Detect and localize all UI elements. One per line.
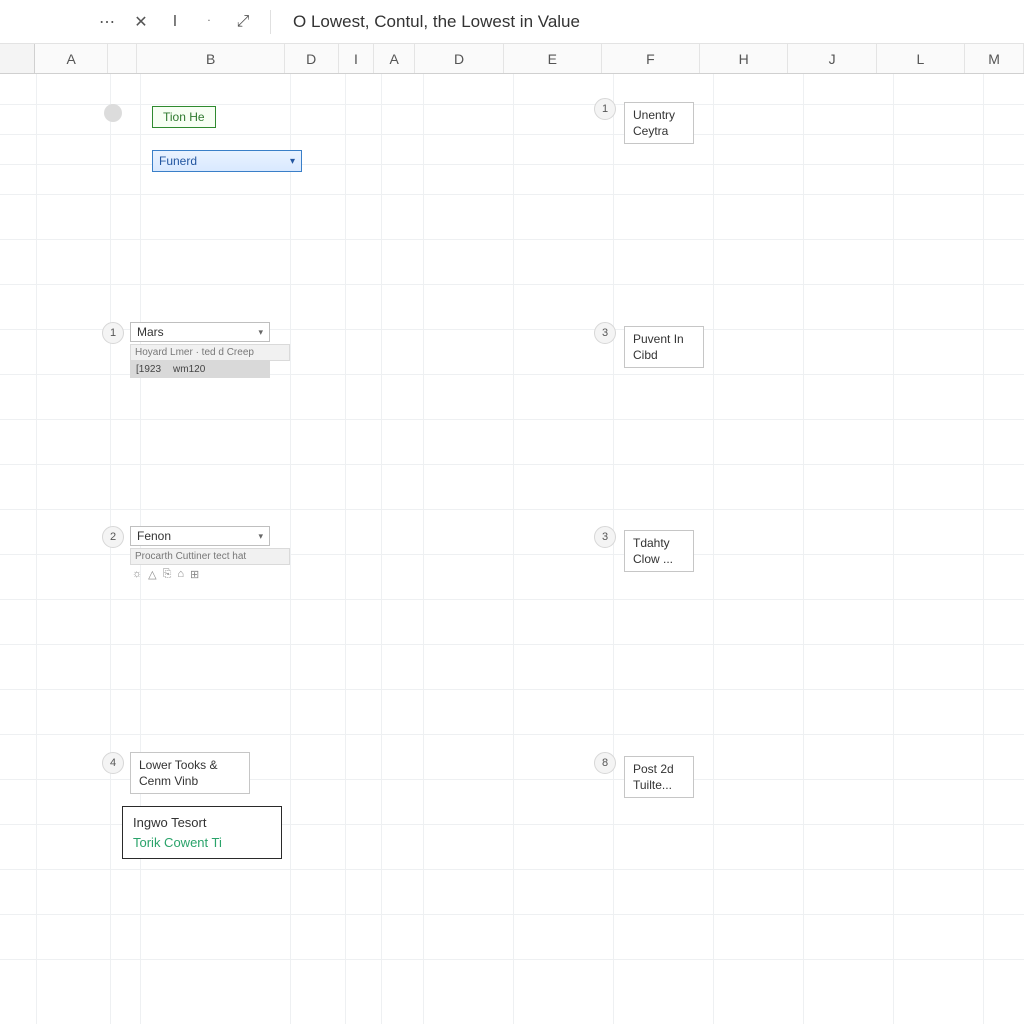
- column-header[interactable]: B: [137, 44, 284, 73]
- formula-input[interactable]: [289, 7, 1016, 37]
- card-line: Tuilte...: [633, 777, 685, 793]
- button-strip[interactable]: [1923 wm120: [130, 360, 270, 378]
- select-all-corner[interactable]: [0, 44, 35, 73]
- icon-row: ☼ △ ⎘ ⌂ ⊞: [132, 568, 199, 581]
- formula-bar-tools: ⋯ ✕ I ‧ ⤢: [8, 12, 252, 32]
- badge-number: 2: [102, 526, 124, 548]
- card-line: Unentry: [633, 107, 685, 123]
- ibeam-icon[interactable]: I: [166, 13, 184, 31]
- badge-number: 3: [594, 526, 616, 548]
- card-line: Ingwo Tesort: [133, 813, 271, 833]
- card-line: Cibd: [633, 347, 695, 363]
- card-line: Post 2d: [633, 761, 685, 777]
- column-header[interactable]: L: [877, 44, 965, 73]
- column-header[interactable]: I: [339, 44, 374, 73]
- column-header[interactable]: A: [374, 44, 415, 73]
- column-header[interactable]: H: [700, 44, 788, 73]
- dropdown-label: Mars: [137, 325, 164, 339]
- formula-bar-row: ⋯ ✕ I ‧ ⤢: [0, 0, 1024, 44]
- tool-icon[interactable]: △: [148, 568, 156, 581]
- card-right-1[interactable]: Unentry Ceytra: [624, 102, 694, 144]
- more-icon[interactable]: ⋯: [98, 12, 116, 32]
- card-line-accent: Torik Cowent Ti: [133, 833, 271, 853]
- column-header[interactable]: D: [415, 44, 503, 73]
- card-line: Puvent In: [633, 331, 695, 347]
- card-right-4[interactable]: Post 2d Tuilte...: [624, 756, 694, 798]
- column-header[interactable]: J: [788, 44, 876, 73]
- strip-description: Procarth Cuttiner tect hat: [130, 548, 290, 565]
- tool-icon[interactable]: ⊞: [190, 568, 199, 581]
- column-header[interactable]: A: [35, 44, 108, 73]
- card-large[interactable]: Ingwo Tesort Torik Cowent Ti: [122, 806, 282, 859]
- column-header[interactable]: M: [965, 44, 1024, 73]
- card-line: Ceytra: [633, 123, 685, 139]
- dropdown-group-2[interactable]: Fenon: [130, 526, 270, 546]
- badge-number: 4: [102, 752, 124, 774]
- tag-green[interactable]: Tion He: [152, 106, 216, 128]
- dropdown-primary[interactable]: Funerd: [152, 150, 302, 172]
- card-line: Clow ...: [633, 551, 685, 567]
- badge-number: 3: [594, 322, 616, 344]
- dropdown-label: Fenon: [137, 529, 171, 543]
- tool-icon[interactable]: ⌂: [177, 568, 184, 581]
- badge-number: 1: [102, 322, 124, 344]
- badge-number: 1: [594, 98, 616, 120]
- column-header[interactable]: E: [504, 44, 602, 73]
- expand-icon[interactable]: ⤢: [234, 13, 252, 31]
- column-header-row: ABDIADEFHJLM: [0, 44, 1024, 74]
- card-line: Tdahty: [633, 535, 685, 551]
- strip-description: Hoyard Lmer · ted d Creep: [130, 344, 290, 361]
- btn-right[interactable]: wm120: [173, 364, 205, 375]
- tool-icon[interactable]: ☼: [132, 568, 142, 581]
- tool-icon[interactable]: ⎘: [163, 568, 172, 581]
- column-header[interactable]: F: [602, 44, 700, 73]
- card-group-3[interactable]: Lower Tooks & Cenm Vinb: [130, 752, 250, 794]
- card-right-2[interactable]: Puvent In Cibd: [624, 326, 704, 368]
- btn-left[interactable]: [1923: [136, 364, 161, 375]
- card-line: Lower Tooks &: [139, 757, 241, 773]
- card-right-3[interactable]: Tdahty Clow ...: [624, 530, 694, 572]
- dropdown-group-1[interactable]: Mars: [130, 322, 270, 342]
- row-handle[interactable]: [104, 104, 122, 122]
- spreadsheet-grid[interactable]: Tion He Funerd 1 Unentry Ceytra 1 Mars H…: [0, 74, 1024, 1024]
- column-header[interactable]: [108, 44, 137, 73]
- cancel-icon[interactable]: ✕: [132, 12, 150, 32]
- card-line: Cenm Vinb: [139, 773, 241, 789]
- dropdown-primary-label: Funerd: [159, 154, 197, 168]
- toolbar-separator: [270, 10, 271, 34]
- badge-number: 8: [594, 752, 616, 774]
- column-header[interactable]: D: [285, 44, 339, 73]
- dash-icon[interactable]: ‧: [200, 16, 218, 27]
